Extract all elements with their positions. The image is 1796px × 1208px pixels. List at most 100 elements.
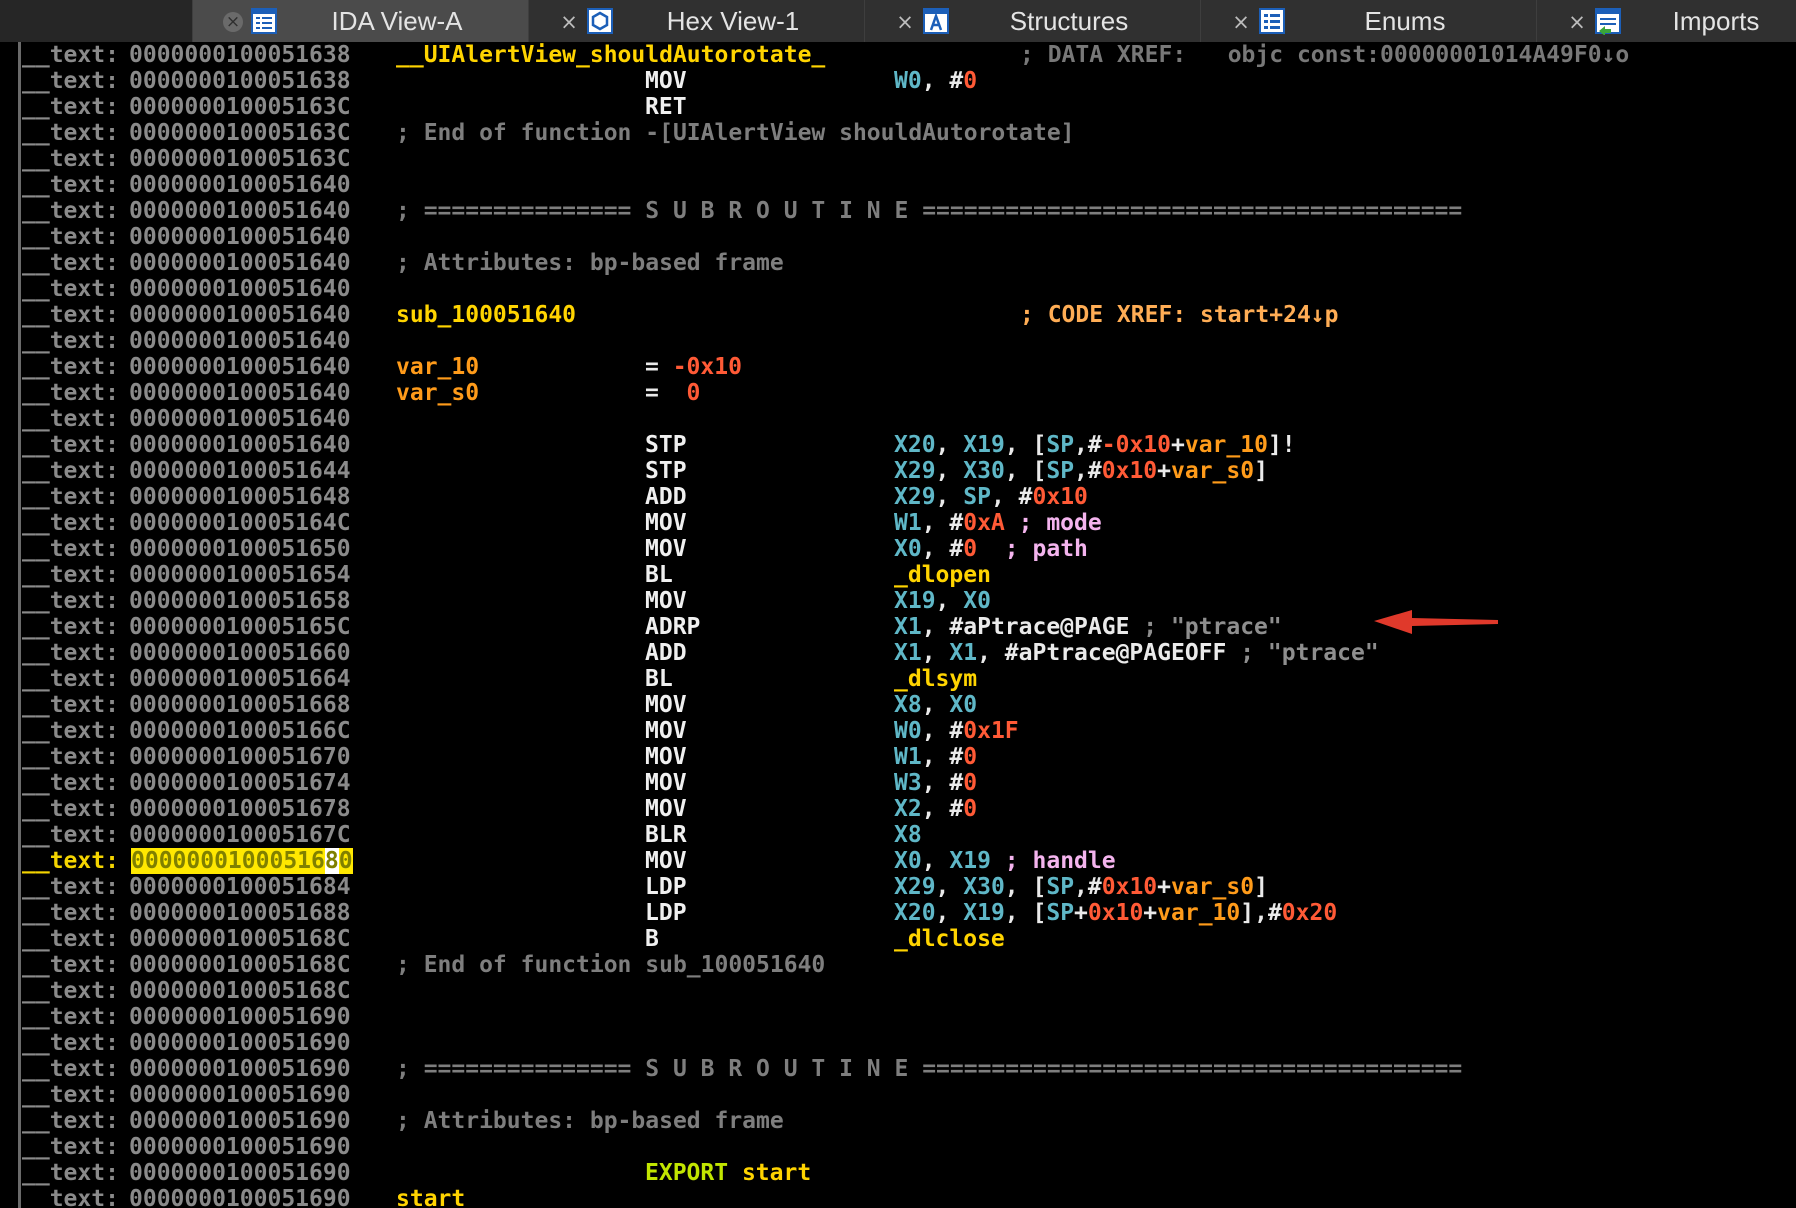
code-line[interactable]: __text: 000000010005163C [0, 146, 1796, 172]
code-line[interactable]: __text: 0000000100051690 [0, 1082, 1796, 1108]
function-label[interactable]: start [396, 1186, 465, 1208]
code-line[interactable]: __text: 000000010005167C BLR X8 [0, 822, 1796, 848]
code-line[interactable]: __text: 0000000100051688 LDP X20, X19, [… [0, 900, 1796, 926]
code-line[interactable]: __text: 0000000100051644 STP X29, X30, [… [0, 458, 1796, 484]
function-label[interactable]: sub_100051640 [396, 302, 576, 328]
code-line[interactable]: __text: 0000000100051690 [0, 1134, 1796, 1160]
code-line[interactable]: __text: 000000010005166C MOV W0, #0x1F [0, 718, 1796, 744]
attributes-comment: ; Attributes: bp-based frame [396, 250, 784, 276]
code-line[interactable]: __text: 0000000100051640 ; Attributes: b… [0, 250, 1796, 276]
code-line[interactable]: __text: 0000000100051654 BL _dlopen [0, 562, 1796, 588]
code-line[interactable]: __text: 0000000100051640 sub_100051640 ;… [0, 302, 1796, 328]
line-address: 0000000100051650 [129, 536, 351, 562]
code-line[interactable]: __text: 000000010005168C [0, 978, 1796, 1004]
close-tab-icon[interactable]: × [895, 12, 915, 33]
code-line[interactable]: __text: 0000000100051638 __UIAlertView_s… [0, 42, 1796, 68]
code-line[interactable]: __text: 0000000100051640 [0, 224, 1796, 250]
code-line[interactable]: __text: 0000000100051650 MOV X0, #0 ; pa… [0, 536, 1796, 562]
line-address: 0000000100051640 [129, 380, 351, 406]
code-line[interactable]: __text: 0000000100051690 [0, 1030, 1796, 1056]
line-address: 0000000100051690 [129, 1082, 351, 1108]
code-line[interactable]: __text: 000000010005165C ADRP X1, #aPtra… [0, 614, 1796, 640]
code-line[interactable]: __text: 0000000100051658 MOV X19, X0 [0, 588, 1796, 614]
segment-prefix: __text: [22, 796, 119, 822]
code-line[interactable]: __text: 0000000100051690 ; =============… [0, 1056, 1796, 1082]
line-address: 0000000100051658 [129, 588, 351, 614]
tab-label: Enums [1364, 6, 1446, 36]
tab-enums[interactable]: × Enums [1200, 0, 1536, 42]
tab-ida-view-a[interactable]: × IDA View-A [192, 0, 528, 42]
close-tab-icon[interactable]: × [1567, 12, 1587, 33]
text-cursor: 8 [324, 848, 339, 874]
code-line[interactable]: __text: 0000000100051690 start [0, 1186, 1796, 1208]
tab-bar-spacer [0, 0, 192, 42]
line-address: 000000010005166C [129, 718, 351, 744]
segment-prefix: __text: [22, 380, 119, 406]
export-directive: EXPORT start [645, 1160, 812, 1186]
code-line[interactable]: __text: 000000010005163C ; End of functi… [0, 120, 1796, 146]
segment-prefix: __text: [22, 874, 119, 900]
operands: W3, #0 [894, 770, 978, 796]
code-line-current[interactable]: __text: 0000000100051680 MOV X0, X19 ; h… [0, 848, 1796, 874]
code-line[interactable]: __text: 0000000100051660 ADD X1, X1, #aP… [0, 640, 1796, 666]
code-line[interactable]: __text: 0000000100051690 EXPORT start [0, 1160, 1796, 1186]
line-address: 0000000100051690 [129, 1030, 351, 1056]
code-line[interactable]: __text: 0000000100051674 MOV W3, #0 [0, 770, 1796, 796]
stack-var-label[interactable]: var_10 [396, 354, 479, 380]
function-label[interactable]: __UIAlertView_shouldAutorotate_ [396, 42, 825, 68]
code-line[interactable]: __text: 0000000100051638 MOV W0, #0 [0, 68, 1796, 94]
code-line[interactable]: __text: 0000000100051664 BL _dlsym [0, 666, 1796, 692]
call-target[interactable]: _dlsym [894, 666, 977, 692]
line-address-highlighted[interactable]: 0000000100051680 [131, 848, 353, 874]
operands: X0, X19 ; handle [894, 848, 1116, 874]
code-line[interactable]: __text: 0000000100051640 var_10 = -0x10 [0, 354, 1796, 380]
code-line[interactable]: __text: 0000000100051640 [0, 328, 1796, 354]
segment-prefix: __text: [22, 692, 119, 718]
code-line[interactable]: __text: 000000010005164C MOV W1, #0xA ; … [0, 510, 1796, 536]
segment-prefix: __text: [22, 978, 119, 1004]
segment-prefix: __text: [22, 432, 119, 458]
operands: W0, #0 [894, 68, 978, 94]
line-address: 0000000100051640 [129, 432, 351, 458]
code-line[interactable]: __text: 0000000100051640 [0, 172, 1796, 198]
tab-hex-view-1[interactable]: × Hex View-1 [528, 0, 864, 42]
close-tab-icon[interactable]: × [1231, 12, 1251, 33]
call-target[interactable]: _dlopen [894, 562, 991, 588]
line-address: 0000000100051638 [129, 42, 351, 68]
code-line[interactable]: __text: 000000010005168C ; End of functi… [0, 952, 1796, 978]
close-tab-icon[interactable]: × [559, 12, 579, 33]
code-line[interactable]: __text: 0000000100051640 ; =============… [0, 198, 1796, 224]
tab-bar: × IDA View-A × Hex View-1 × Structures × [0, 0, 1796, 42]
tab-structures[interactable]: × Structures [864, 0, 1200, 42]
operands: W1, #0xA ; mode [894, 510, 1102, 536]
call-target[interactable]: _dlclose [894, 926, 1005, 952]
code-line[interactable]: __text: 0000000100051684 LDP X29, X30, [… [0, 874, 1796, 900]
segment-prefix: __text: [22, 926, 119, 952]
code-line[interactable]: __text: 0000000100051690 ; Attributes: b… [0, 1108, 1796, 1134]
operands: W0, #0x1F [894, 718, 1019, 744]
tab-label: Hex View-1 [666, 6, 800, 36]
segment-prefix: __text: [22, 1160, 119, 1186]
code-line[interactable]: __text: 0000000100051648 ADD X29, SP, #0… [0, 484, 1796, 510]
code-line[interactable]: __text: 0000000100051678 MOV X2, #0 [0, 796, 1796, 822]
segment-prefix: __text: [22, 224, 119, 250]
code-line[interactable]: __text: 0000000100051640 [0, 276, 1796, 302]
code-line[interactable]: __text: 0000000100051668 MOV X8, X0 [0, 692, 1796, 718]
code-line[interactable]: __text: 000000010005163C RET [0, 94, 1796, 120]
code-xref-comment[interactable]: ; CODE XREF: start+24↓p [1020, 302, 1339, 328]
code-line[interactable]: __text: 0000000100051690 [0, 1004, 1796, 1030]
code-line[interactable]: __text: 0000000100051640 [0, 406, 1796, 432]
tab-imports[interactable]: × Imports [1536, 0, 1796, 42]
line-address: 0000000100051690 [129, 1186, 351, 1208]
operands: X20, X19, [SP,#-0x10+var_10]! [894, 432, 1296, 458]
stack-var-label[interactable]: var_s0 [396, 380, 479, 406]
disassembly-view[interactable]: __text: 0000000100051638 __UIAlertView_s… [0, 42, 1796, 1208]
code-line[interactable]: __text: 0000000100051670 MOV W1, #0 [0, 744, 1796, 770]
code-line[interactable]: __text: 000000010005168C B _dlclose [0, 926, 1796, 952]
code-line[interactable]: __text: 0000000100051640 STP X20, X19, [… [0, 432, 1796, 458]
data-xref-comment[interactable]: ; DATA XREF: objc const:00000001014A49F0… [1020, 42, 1629, 68]
segment-prefix: __text: [22, 666, 119, 692]
code-line[interactable]: __text: 0000000100051640 var_s0 = 0 [0, 380, 1796, 406]
segment-prefix: __text: [22, 510, 119, 536]
close-tab-icon[interactable]: × [223, 12, 243, 32]
